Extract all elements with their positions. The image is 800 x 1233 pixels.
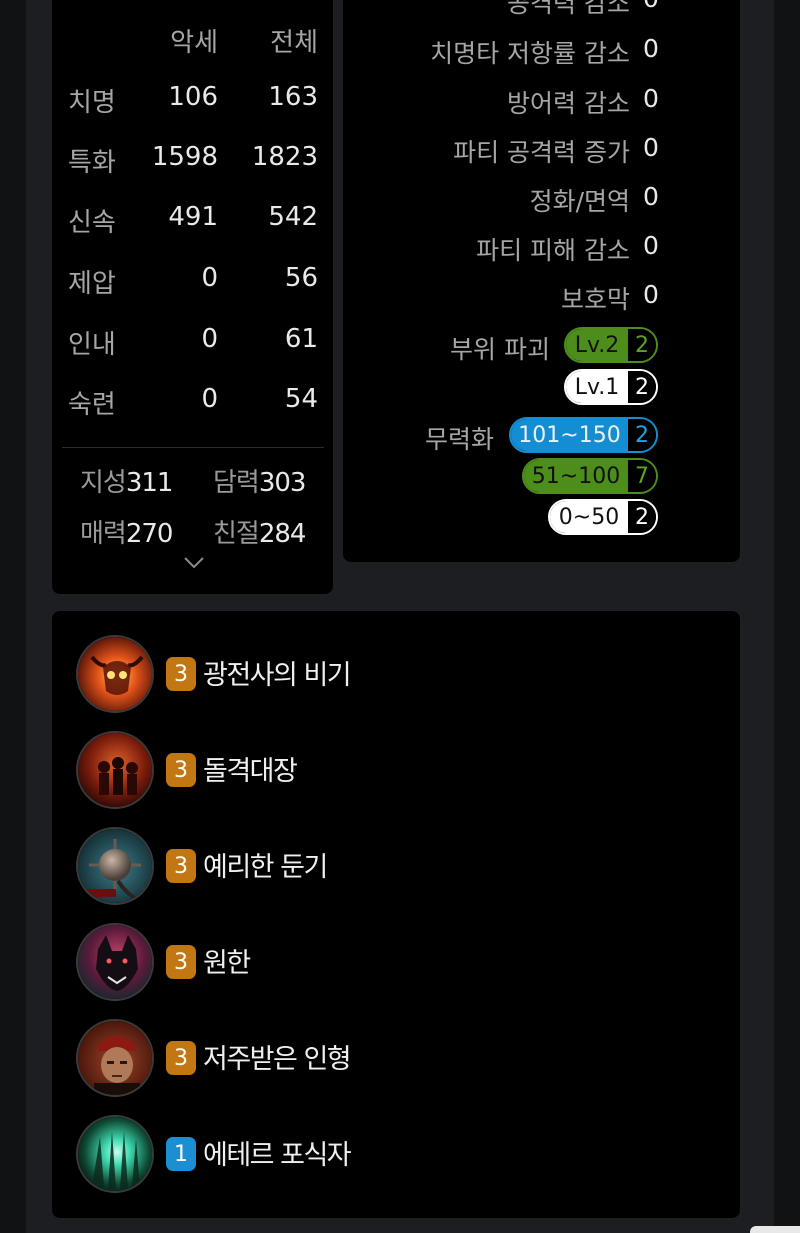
attribute-intellect: 지성311 — [80, 462, 174, 499]
effect-value: 0 — [643, 0, 659, 13]
attribute-value: 284 — [258, 519, 307, 549]
col-header-total: 전체 — [270, 28, 318, 58]
stat-label: 인내 — [68, 330, 116, 360]
engraving-name: 원한 — [203, 948, 251, 979]
stat-label: 치명 — [68, 88, 116, 118]
stat-total-value: 61 — [284, 324, 318, 354]
engraving-name: 돌격대장 — [203, 756, 298, 787]
stat-label: 신속 — [68, 208, 116, 238]
engraving-level-badge: 3 — [166, 945, 196, 979]
ether-claw-icon — [76, 1115, 154, 1193]
attribute-label: 친절 — [213, 519, 260, 549]
pill-count: 2 — [628, 329, 656, 361]
engraving-item[interactable]: 3 저주받은 인형 — [76, 1019, 716, 1099]
engraving-level-badge: 1 — [166, 1137, 196, 1171]
stagger-low-pill: 0~50 2 — [548, 499, 658, 535]
part-break-lv1-pill: Lv.1 2 — [564, 369, 658, 405]
effect-label: 보호막 — [560, 285, 630, 314]
attribute-label: 매력 — [80, 519, 127, 549]
engraving-name: 에테르 포식자 — [203, 1140, 352, 1171]
wolf-beast-icon — [76, 923, 154, 1001]
stat-accessory-value: 106 — [168, 82, 218, 112]
effect-value: 0 — [643, 182, 659, 211]
part-break-label: 부위 파괴 — [450, 335, 550, 364]
stat-label: 제압 — [68, 269, 116, 299]
stagger-label: 무력화 — [425, 425, 495, 454]
pill-count: 7 — [628, 460, 656, 492]
stat-total-value: 542 — [268, 202, 318, 232]
pill-label: 51~100 — [524, 460, 628, 492]
engraving-item[interactable]: 3 광전사의 비기 — [76, 635, 716, 715]
pill-label: 0~50 — [550, 501, 628, 533]
engraving-name: 예리한 둔기 — [203, 852, 328, 883]
effect-label: 방어력 감소 — [507, 89, 630, 118]
attribute-kindness: 친절284 — [213, 513, 307, 550]
pill-label: Lv.1 — [566, 371, 628, 403]
engraving-item[interactable]: 1 에테르 포식자 — [76, 1115, 716, 1195]
engraving-item[interactable]: 3 예리한 둔기 — [76, 827, 716, 907]
attribute-charm: 매력270 — [80, 513, 174, 550]
stat-total-value: 56 — [284, 263, 318, 293]
engraving-name: 광전사의 비기 — [203, 660, 352, 691]
stat-total-value: 163 — [268, 82, 318, 112]
stat-label: 특화 — [68, 148, 116, 178]
cursed-doll-icon — [76, 1019, 154, 1097]
engraving-item[interactable]: 3 원한 — [76, 923, 716, 1003]
attribute-value: 270 — [125, 519, 174, 549]
stat-total-value: 1823 — [251, 142, 318, 172]
stagger-mid-pill: 51~100 7 — [522, 458, 658, 494]
effect-value: 0 — [643, 84, 659, 113]
attribute-courage: 담력303 — [213, 462, 307, 499]
effect-value: 0 — [643, 34, 659, 63]
engraving-level-badge: 3 — [166, 753, 196, 787]
pill-count: 2 — [628, 371, 656, 403]
pill-label: Lv.2 — [566, 329, 628, 361]
attribute-value: 303 — [258, 468, 307, 498]
stat-accessory-value: 1598 — [151, 142, 218, 172]
effect-value: 0 — [643, 231, 659, 260]
stats-divider — [62, 447, 324, 448]
stat-label: 숙련 — [68, 390, 116, 420]
attribute-label: 지성 — [80, 468, 127, 498]
charging-warriors-icon — [76, 731, 154, 809]
engraving-level-badge: 3 — [166, 849, 196, 883]
effect-label: 공격력 감소 — [507, 0, 630, 18]
pill-label: 101~150 — [511, 419, 628, 451]
stat-accessory-value: 491 — [168, 202, 218, 232]
engraving-item[interactable]: 3 돌격대장 — [76, 731, 716, 811]
part-break-lv2-pill: Lv.2 2 — [564, 327, 658, 363]
pill-count: 2 — [628, 501, 656, 533]
attribute-value: 311 — [125, 468, 174, 498]
effect-value: 0 — [643, 133, 659, 162]
stat-total-value: 54 — [284, 384, 318, 414]
effect-label: 정화/면역 — [529, 187, 630, 216]
app-screen: 악세 전체 치명 106 163 특화 1598 1823 신속 491 542… — [0, 0, 800, 1233]
effect-value: 0 — [643, 280, 659, 309]
stagger-high-pill: 101~150 2 — [509, 417, 658, 453]
effect-label: 치명타 저항률 감소 — [430, 39, 630, 68]
stat-accessory-value: 0 — [201, 384, 218, 414]
chevron-down-icon[interactable] — [183, 556, 205, 570]
attribute-label: 담력 — [213, 468, 260, 498]
engraving-level-badge: 3 — [166, 1041, 196, 1075]
stat-accessory-value: 0 — [201, 324, 218, 354]
pill-count: 2 — [628, 419, 656, 451]
stat-accessory-value: 0 — [201, 263, 218, 293]
berserker-skull-icon — [76, 635, 154, 713]
spiked-mace-icon — [76, 827, 154, 905]
engraving-level-badge: 3 — [166, 657, 196, 691]
effect-label: 파티 공격력 증가 — [453, 138, 630, 167]
bottom-sheet-handle — [750, 1226, 800, 1233]
engraving-name: 저주받은 인형 — [203, 1044, 352, 1075]
effect-label: 파티 피해 감소 — [476, 236, 630, 265]
col-header-accessory: 악세 — [170, 28, 218, 58]
